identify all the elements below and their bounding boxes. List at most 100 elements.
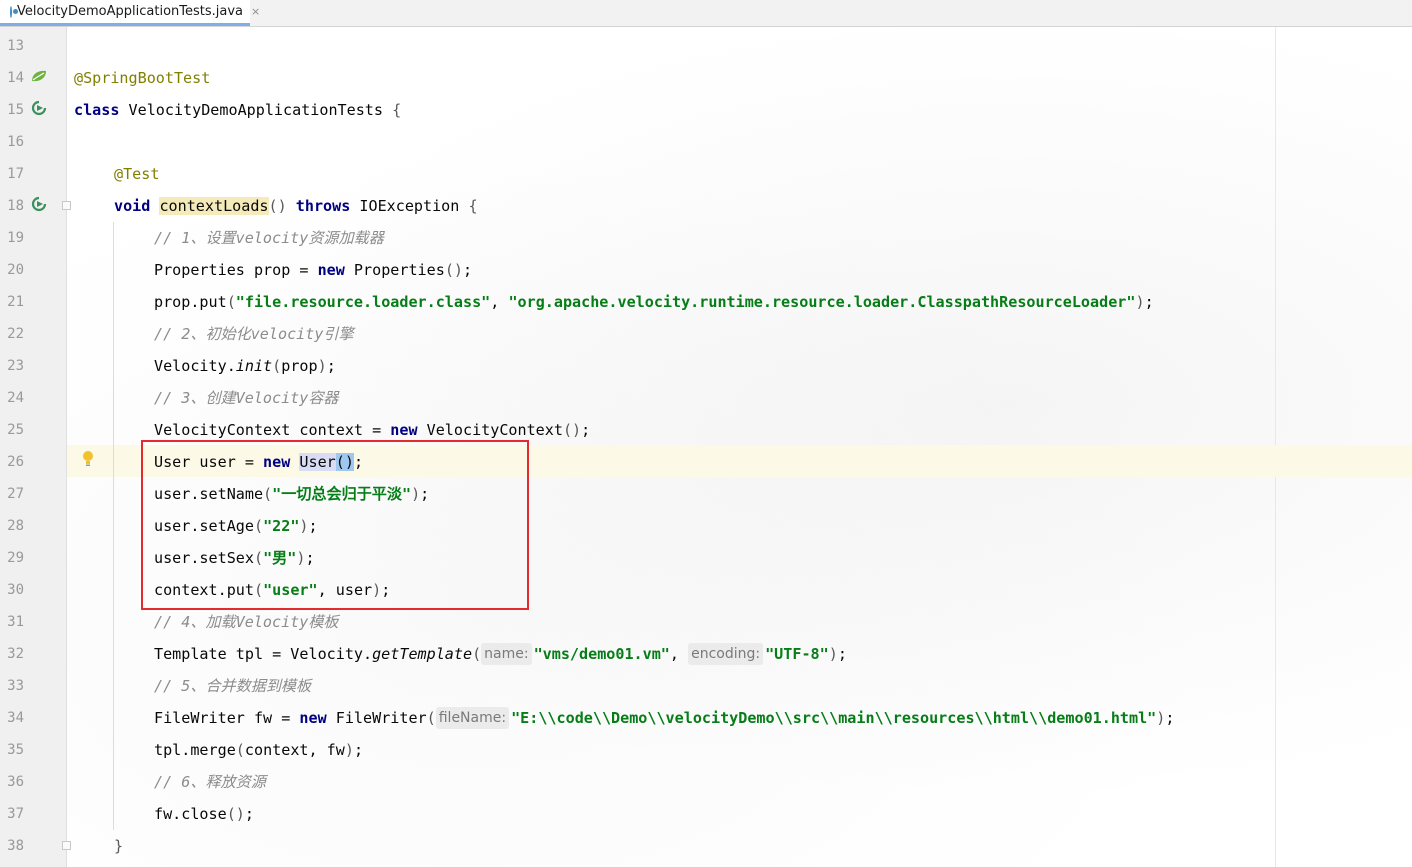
tab-velocity-demo-tests[interactable]: VelocityDemoApplicationTests.java × — [0, 0, 260, 26]
line-number: 17 — [7, 166, 24, 182]
string-literal: "E:\\code\\Demo\\velocityDemo\\src\\main… — [511, 709, 1157, 727]
comma: , — [669, 645, 689, 663]
line-number: 29 — [7, 550, 24, 566]
line-number: 19 — [7, 230, 24, 246]
paren: ) — [317, 357, 327, 375]
line-number: 25 — [7, 422, 24, 438]
code-text: @SpringBootTest — [74, 62, 210, 94]
parens: () — [268, 197, 287, 215]
string-literal: "UTF-8" — [765, 645, 829, 663]
code-line: 23 Velocity.init(prop); — [0, 350, 1412, 382]
editor-tab-bar: VelocityDemoApplicationTests.java × — [0, 0, 1412, 27]
keyword: class — [74, 101, 120, 119]
paren: ) — [344, 741, 354, 759]
close-icon[interactable]: × — [251, 5, 260, 18]
code-text: // 2、初始化velocity引擎 — [154, 318, 354, 350]
line-number: 34 — [7, 710, 24, 726]
line-number: 26 — [7, 454, 24, 470]
parameter-hint: encoding: — [688, 643, 764, 665]
identifier: Template tpl = Velocity. — [154, 645, 373, 663]
code-text: class VelocityDemoApplicationTests { — [74, 94, 401, 126]
identifier: IOException — [350, 197, 469, 215]
annotation: @SpringBootTest — [74, 69, 211, 87]
code-line: 17 @Test — [0, 158, 1412, 190]
semicolon: ; — [463, 261, 473, 279]
string-literal: "vms/demo01.vm" — [533, 645, 670, 663]
code-line: 18 void contextLoads() throws IOExceptio… — [0, 190, 1412, 222]
code-line: 13 — [0, 30, 1412, 62]
keyword: void — [114, 197, 151, 215]
semicolon: ; — [1144, 293, 1154, 311]
brace: { — [392, 101, 402, 119]
parameter-hint: fileName: — [435, 707, 510, 729]
java-class-icon — [10, 5, 18, 18]
code-line: 16 — [0, 126, 1412, 158]
identifier: FileWriter fw = — [154, 709, 300, 727]
identifier: Properties prop = — [154, 261, 318, 279]
keyword: throws — [295, 197, 351, 215]
paren: ( — [272, 357, 282, 375]
code-text: Velocity.init(prop); — [154, 350, 336, 382]
code-line: 20 Properties prop = new Properties(); — [0, 254, 1412, 286]
line-number: 14 — [7, 70, 24, 86]
code-line: 21 prop.put("file.resource.loader.class"… — [0, 286, 1412, 318]
code-text: // 3、创建Velocity容器 — [154, 382, 339, 414]
comma: , — [490, 293, 509, 311]
code-line: 35 tpl.merge(context, fw); — [0, 734, 1412, 766]
semicolon: ; — [1165, 709, 1175, 727]
paren: ( — [472, 645, 482, 663]
comment: // 5、合并数据到模板 — [154, 677, 312, 695]
semicolon: ; — [326, 357, 336, 375]
brace: } — [114, 837, 124, 855]
code-line: 31 // 4、加载Velocity模板 — [0, 606, 1412, 638]
identifier: VelocityContext context = — [154, 421, 391, 439]
semicolon: ; — [353, 741, 364, 759]
identifier: Velocity. — [154, 357, 236, 375]
code-line: 38 } — [0, 830, 1412, 862]
paren: ( — [235, 741, 245, 759]
static-method: getTemplate — [372, 645, 473, 663]
code-text: FileWriter fw = new FileWriter(fileName:… — [154, 702, 1174, 734]
brace: { — [468, 197, 478, 215]
parameter-hint: name: — [481, 643, 532, 665]
code-line: 36 // 6、释放资源 — [0, 766, 1412, 798]
semicolon: ; — [837, 645, 847, 663]
comment: // 4、加载Velocity模板 — [154, 613, 339, 631]
line-number: 20 — [7, 262, 24, 278]
line-number: 36 — [7, 774, 24, 790]
keyword: new — [299, 709, 327, 727]
line-number: 28 — [7, 518, 24, 534]
code-line: 15 class VelocityDemoApplicationTests { — [0, 94, 1412, 126]
paren: ( — [226, 293, 236, 311]
paren: ) — [828, 645, 838, 663]
code-text: void contextLoads() throws IOException { — [114, 190, 478, 222]
identifier: prop — [281, 357, 318, 375]
method-name: contextLoads — [159, 197, 269, 215]
code-text: prop.put("file.resource.loader.class", "… — [154, 286, 1154, 318]
code-text: } — [114, 830, 123, 862]
tab-label: VelocityDemoApplicationTests.java — [17, 4, 244, 19]
line-number: 13 — [7, 38, 24, 54]
identifier: tpl.merge — [154, 741, 236, 759]
parens: () — [226, 805, 245, 823]
line-number: 23 — [7, 358, 24, 374]
line-number: 24 — [7, 390, 24, 406]
static-method: init — [235, 357, 273, 375]
line-number: 31 — [7, 614, 24, 630]
annotation: @Test — [114, 165, 160, 183]
line-number: 33 — [7, 678, 24, 694]
code-line: 34 FileWriter fw = new FileWriter(fileNa… — [0, 702, 1412, 734]
parens: () — [562, 421, 582, 439]
line-number: 30 — [7, 582, 24, 598]
parens: () — [444, 261, 463, 279]
code-text: // 4、加载Velocity模板 — [154, 606, 339, 638]
identifier: VelocityContext — [417, 421, 563, 439]
code-line: 33 // 5、合并数据到模板 — [0, 670, 1412, 702]
identifier: context, fw — [244, 741, 345, 759]
comment: // 2、初始化velocity引擎 — [154, 325, 354, 343]
code-text: @Test — [114, 158, 159, 190]
code-line: 19 // 1、设置velocity资源加载器 — [0, 222, 1412, 254]
keyword: new — [317, 261, 345, 279]
line-number: 32 — [7, 646, 24, 662]
